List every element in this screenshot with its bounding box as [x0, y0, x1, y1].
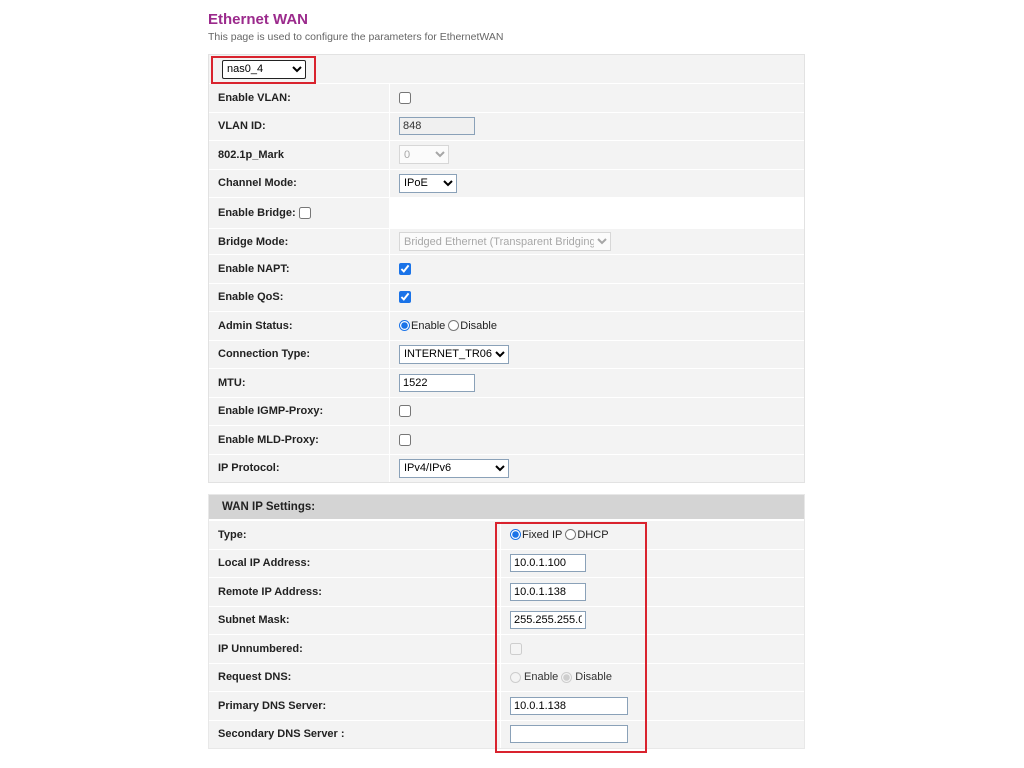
- admin-enable-radio[interactable]: [399, 320, 410, 332]
- igmp-proxy-label: Enable IGMP-Proxy:: [209, 397, 389, 425]
- admin-enable-label: Enable: [411, 319, 446, 332]
- enable-vlan-checkbox[interactable]: [399, 91, 411, 104]
- admin-status-label: Admin Status:: [209, 312, 389, 340]
- enable-qos-label: Enable QoS:: [209, 283, 389, 311]
- vlan-id-label: VLAN ID:: [209, 112, 389, 140]
- mld-proxy-label: Enable MLD-Proxy:: [209, 426, 389, 454]
- page-title: Ethernet WAN: [208, 11, 309, 28]
- interface-highlight-box: [211, 56, 316, 84]
- igmp-proxy-checkbox[interactable]: [399, 405, 411, 418]
- mtu-label: MTU:: [209, 369, 389, 397]
- enable-napt-checkbox[interactable]: [399, 262, 411, 275]
- mtu-input[interactable]: [399, 373, 475, 392]
- wan-config-table: nas0_4 Enable VLAN: VLAN ID: 802.1p_Mark…: [208, 54, 805, 483]
- ip-settings-highlight-box: [495, 522, 647, 753]
- connection-type-select[interactable]: INTERNET_TR069: [399, 344, 509, 364]
- primary-dns-label: Primary DNS Server:: [209, 692, 500, 720]
- page-description: This page is used to configure the param…: [208, 31, 504, 43]
- type-label: Type:: [209, 521, 500, 549]
- request-dns-label: Request DNS:: [209, 663, 500, 691]
- vlan-id-input[interactable]: [399, 117, 475, 136]
- wan-ip-settings-header: WAN IP Settings:: [209, 495, 804, 519]
- channel-mode-label: Channel Mode:: [209, 169, 389, 197]
- mld-proxy-checkbox[interactable]: [399, 433, 411, 446]
- bridge-mode-label: Bridge Mode:: [209, 229, 389, 254]
- ip-protocol-label: IP Protocol:: [209, 454, 389, 482]
- enable-qos-checkbox[interactable]: [399, 291, 411, 304]
- enable-napt-label: Enable NAPT:: [209, 255, 389, 283]
- remote-ip-label: Remote IP Address:: [209, 578, 500, 606]
- admin-disable-radio[interactable]: [448, 320, 460, 332]
- mark-label: 802.1p_Mark: [209, 141, 389, 169]
- secondary-dns-label: Secondary DNS Server :: [209, 720, 500, 748]
- ip-unnumbered-label: IP Unnumbered:: [209, 635, 500, 663]
- enable-bridge-checkbox[interactable]: [298, 207, 311, 219]
- subnet-mask-label: Subnet Mask:: [209, 606, 500, 634]
- local-ip-label: Local IP Address:: [209, 549, 500, 577]
- mark-select[interactable]: 0: [399, 145, 449, 165]
- connection-type-label: Connection Type:: [209, 340, 389, 368]
- admin-disable-label: Disable: [460, 319, 497, 332]
- enable-bridge-label: Enable Bridge:: [218, 207, 296, 219]
- bridge-mode-select[interactable]: Bridged Ethernet (Transparent Bridging): [399, 232, 611, 251]
- enable-vlan-label: Enable VLAN:: [209, 84, 389, 112]
- ip-protocol-select[interactable]: IPv4/IPv6: [399, 458, 509, 478]
- channel-mode-select[interactable]: IPoE: [399, 173, 457, 193]
